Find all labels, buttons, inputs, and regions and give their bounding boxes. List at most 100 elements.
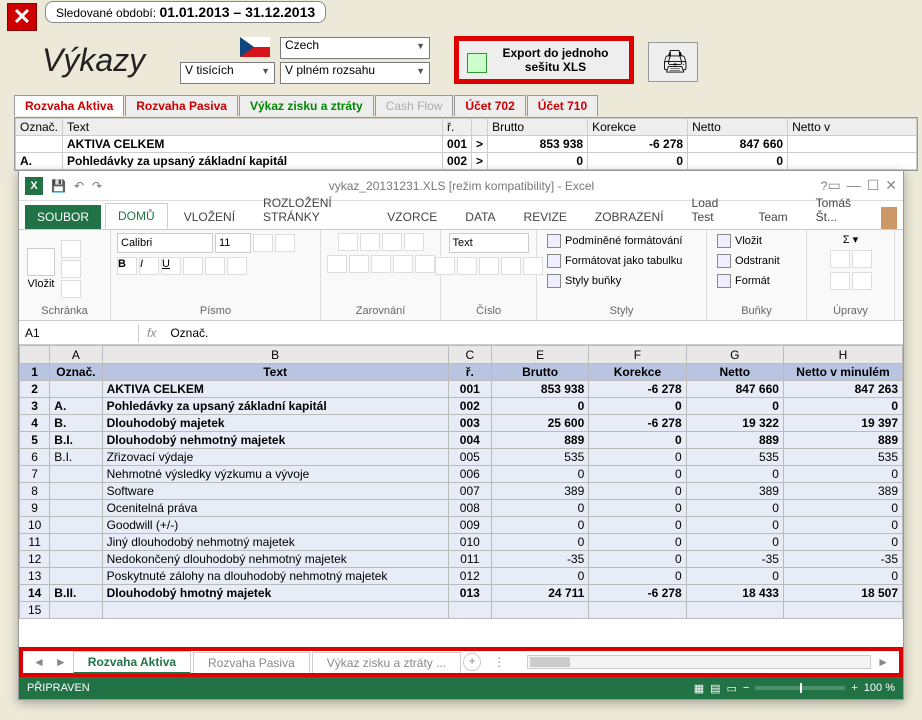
table-row: 6B.I.Zřizovací výdaje0055350535535 (20, 449, 903, 466)
grow-font-icon[interactable] (253, 234, 273, 252)
tab-view[interactable]: ZOBRAZENÍ (583, 205, 676, 229)
tab-layout[interactable]: ROZLOŽENÍ STRÁNKY (251, 191, 371, 229)
tab-insert[interactable]: VLOŽENÍ (172, 205, 247, 229)
currency-icon[interactable] (435, 257, 455, 275)
copy-icon[interactable] (61, 260, 81, 278)
tab-review[interactable]: REVIZE (512, 205, 579, 229)
insert-icon (717, 234, 731, 248)
tab-vykaz-zisku[interactable]: Výkaz zisku a ztráty (239, 95, 374, 116)
tab-formulas[interactable]: VZORCE (375, 205, 449, 229)
redo-icon[interactable]: ↷ (92, 179, 102, 193)
font-color-icon[interactable] (227, 257, 247, 275)
shrink-font-icon[interactable] (275, 234, 295, 252)
user-avatar[interactable] (881, 207, 897, 229)
fill-color-icon[interactable] (205, 257, 225, 275)
status-bar: PŘIPRAVEN ▦ ▤ ▭ − + 100 % (19, 677, 903, 699)
view-normal-icon[interactable]: ▦ (694, 682, 704, 695)
sort-filter-icon[interactable] (852, 250, 872, 268)
report-table: Označ. Text ř. Brutto Korekce Netto Nett… (14, 117, 918, 171)
fill-icon[interactable] (830, 250, 850, 268)
group-cells: Vložit Odstranit Formát Buňky (707, 230, 807, 320)
tab-ucet-710[interactable]: Účet 710 (527, 95, 598, 116)
align-center-icon[interactable] (349, 255, 369, 273)
sheet-nav-prev-icon[interactable]: ◄ (29, 655, 49, 669)
sheet-tab-3[interactable]: Výkaz zisku a ztráty ... (312, 652, 461, 673)
bold-icon[interactable]: B (117, 257, 137, 275)
name-box[interactable]: A1 (19, 324, 139, 342)
zoom-out-icon[interactable]: − (743, 682, 749, 694)
paste-button[interactable]: Vložit (25, 246, 57, 292)
format-button[interactable]: Formát (713, 273, 774, 289)
numfmt-select[interactable]: Text (449, 233, 529, 253)
view-layout-icon[interactable]: ▤ (710, 682, 720, 695)
formula-input[interactable]: Označ. (164, 324, 903, 342)
add-sheet-icon[interactable]: + (463, 653, 481, 671)
percent-icon[interactable] (457, 257, 477, 275)
orientation-icon[interactable] (404, 233, 424, 251)
scroll-right-icon[interactable]: ► (873, 655, 893, 669)
indent-dec-icon[interactable] (393, 255, 413, 273)
sheet-nav-next-icon[interactable]: ► (51, 655, 71, 669)
table-row: 10Goodwill (+/-)0090000 (20, 517, 903, 534)
size-select[interactable]: 11 (215, 233, 251, 253)
table-row: 9Ocenitelná práva0080000 (20, 500, 903, 517)
group-number: Text Číslo (441, 230, 537, 320)
border-icon[interactable] (183, 257, 203, 275)
delete-button[interactable]: Odstranit (713, 253, 784, 269)
italic-icon[interactable]: I (139, 257, 159, 275)
table-row: 2AKTIVA CELKEM001853 938-6 278847 660847… (20, 381, 903, 398)
worksheet-grid[interactable]: ABCEFGH 1Označ.Textř.BruttoKorekceNettoN… (19, 345, 903, 645)
zoom-in-icon[interactable]: + (851, 682, 857, 694)
tab-rozvaha-aktiva[interactable]: Rozvaha Aktiva (14, 95, 124, 116)
sheet-tab-2[interactable]: Rozvaha Pasiva (193, 652, 310, 673)
cell-styles-button[interactable]: Styly buňky (543, 273, 625, 289)
format-painter-icon[interactable] (61, 280, 81, 298)
sheet-tabs: ◄ ► Rozvaha Aktiva Rozvaha Pasiva Výkaz … (19, 647, 903, 677)
sheet-tab-1[interactable]: Rozvaha Aktiva (73, 651, 191, 674)
indent-inc-icon[interactable] (415, 255, 435, 273)
clear-icon[interactable] (830, 272, 850, 290)
fx-icon[interactable]: fx (139, 326, 164, 340)
align-top-icon[interactable] (338, 233, 358, 251)
tab-loadtest[interactable]: Load Test (680, 191, 743, 229)
undo-icon[interactable]: ↶ (74, 179, 84, 193)
tab-team[interactable]: Team (746, 205, 799, 229)
align-mid-icon[interactable] (360, 233, 380, 251)
autosum-icon[interactable]: Σ ▾ (843, 233, 858, 246)
cond-format-button[interactable]: Podmíněné formátování (543, 233, 686, 249)
horizontal-scrollbar[interactable] (527, 655, 871, 669)
language-select[interactable]: Czech (280, 37, 430, 59)
tab-file[interactable]: SOUBOR (25, 205, 101, 229)
align-left-icon[interactable] (327, 255, 347, 273)
print-button[interactable] (648, 42, 698, 82)
user-name[interactable]: Tomáš Št... (804, 191, 873, 229)
close-icon[interactable]: ✕ (885, 177, 897, 194)
cut-icon[interactable] (61, 240, 81, 258)
tab-data[interactable]: DATA (453, 205, 507, 229)
view-break-icon[interactable]: ▭ (727, 682, 737, 695)
table-row: 8Software0073890389389 (20, 483, 903, 500)
dec-inc-icon[interactable] (501, 257, 521, 275)
group-clipboard: Vložit Schránka (19, 230, 111, 320)
align-bot-icon[interactable] (382, 233, 402, 251)
export-xls-button[interactable]: Export do jednoho sešitu XLS (454, 36, 634, 84)
zoom-slider[interactable] (755, 686, 845, 690)
report-header-row: Označ. Text ř. Brutto Korekce Netto Nett… (16, 119, 917, 136)
tab-rozvaha-pasiva[interactable]: Rozvaha Pasiva (125, 95, 238, 116)
tab-cashflow[interactable]: Cash Flow (375, 95, 454, 116)
format-table-button[interactable]: Formátovat jako tabulku (543, 253, 686, 269)
find-icon[interactable] (852, 272, 872, 290)
tab-home[interactable]: DOMŮ (105, 203, 168, 229)
units-select[interactable]: V tisících (180, 62, 275, 84)
zoom-level[interactable]: 100 % (864, 682, 895, 694)
font-select[interactable]: Calibri (117, 233, 213, 253)
comma-icon[interactable] (479, 257, 499, 275)
scope-select[interactable]: V plném rozsahu (280, 62, 430, 84)
save-icon[interactable]: 💾 (51, 179, 66, 193)
insert-button[interactable]: Vložit (713, 233, 766, 249)
align-right-icon[interactable] (371, 255, 391, 273)
underline-icon[interactable]: U (161, 257, 181, 275)
tab-ucet-702[interactable]: Účet 702 (454, 95, 525, 116)
report-tabs: Rozvaha Aktiva Rozvaha Pasiva Výkaz zisk… (14, 95, 599, 116)
close-icon[interactable]: ✕ (7, 3, 37, 31)
